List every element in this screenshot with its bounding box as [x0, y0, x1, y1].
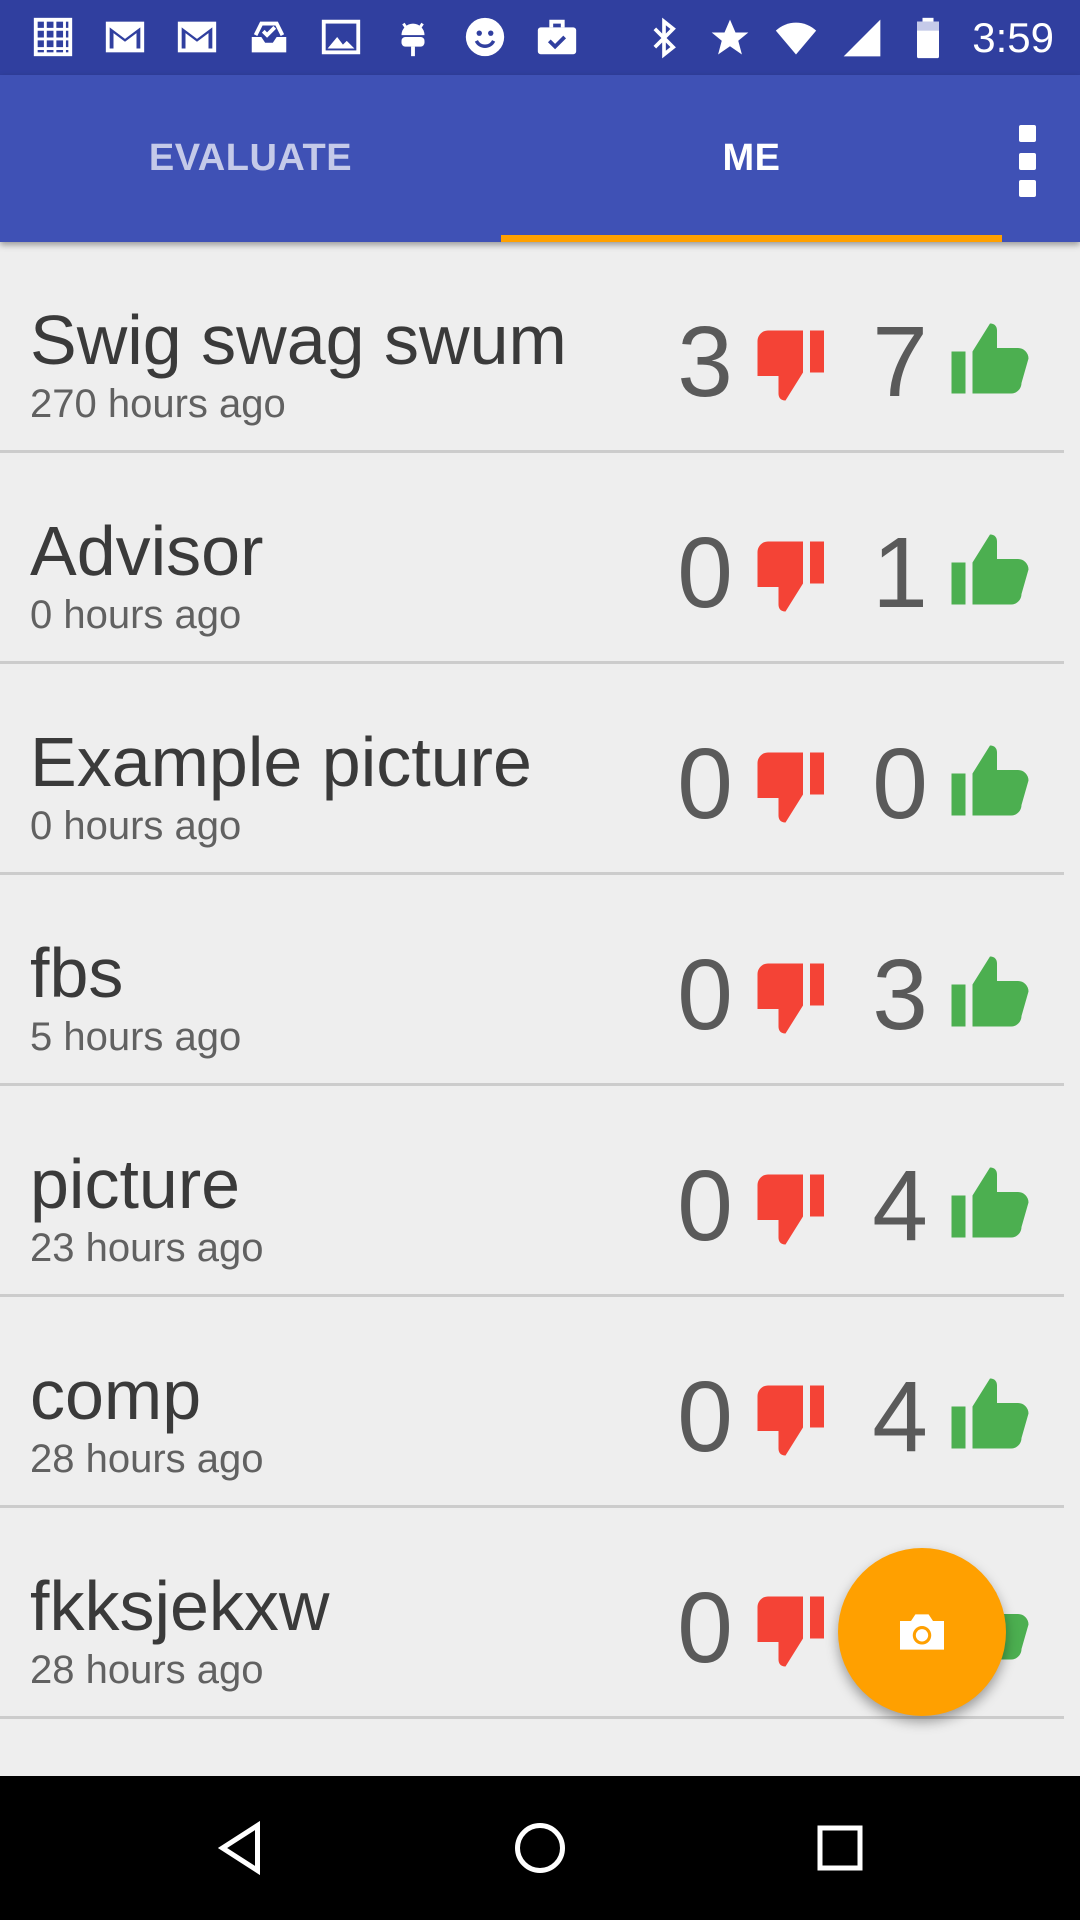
- dislike-count: 0: [677, 728, 733, 840]
- thumbs-up-icon: [951, 1378, 1029, 1449]
- thumbs-down-icon: [757, 330, 824, 401]
- list-item[interactable]: Example picture 0 hours ago 0 0: [0, 664, 1064, 875]
- gmail-icon: [105, 21, 145, 53]
- dislike-count: 0: [677, 517, 733, 629]
- like-count: 1: [872, 517, 928, 629]
- bluetooth-icon: [653, 17, 677, 58]
- list-item[interactable]: Advisor 0 hours ago 0 1: [0, 453, 1064, 664]
- item-time: 0 hours ago: [30, 593, 242, 637]
- tab-me[interactable]: ME: [501, 75, 1002, 242]
- battery-icon: [917, 17, 940, 58]
- briefcase-icon: [537, 19, 577, 55]
- item-time: 23 hours ago: [30, 1226, 264, 1270]
- list-item[interactable]: picture 23 hours ago 0 4: [0, 1086, 1064, 1297]
- back-icon[interactable]: [210, 1818, 270, 1878]
- overflow-menu-button[interactable]: [994, 125, 1060, 197]
- status-clock: 3:59: [972, 14, 1054, 61]
- thumbs-down-icon: [757, 1385, 824, 1456]
- inbox-icon: [251, 21, 287, 53]
- overflow-dot: [1018, 125, 1036, 142]
- list-item[interactable]: Swig swag swum 270 hours ago 3 7: [0, 242, 1064, 453]
- thumbs-down-icon: [757, 541, 824, 612]
- notification-icons: [30, 14, 580, 60]
- thumbs-up-icon: [951, 323, 1029, 394]
- like-count: 4: [872, 1150, 928, 1262]
- thumbs-up-icon: [951, 745, 1029, 816]
- app-bar: EVALUATE ME: [0, 75, 1080, 242]
- dislike-count: 3: [677, 306, 733, 418]
- calendar-icon: [33, 17, 73, 57]
- gmail-icon: [177, 21, 217, 53]
- item-title: comp: [30, 1356, 202, 1434]
- item-time: 28 hours ago: [30, 1648, 264, 1692]
- item-title: picture: [30, 1145, 241, 1223]
- item-time: 270 hours ago: [30, 382, 286, 426]
- smiley-icon: [465, 17, 505, 57]
- thumbs-up-icon: [951, 956, 1029, 1027]
- recents-icon[interactable]: [810, 1818, 870, 1878]
- list-item[interactable]: fbs 5 hours ago 0 3: [0, 875, 1064, 1086]
- item-title: Advisor: [30, 512, 264, 590]
- like-count: 3: [872, 939, 928, 1051]
- item-title: Example picture: [30, 723, 532, 801]
- list-item[interactable]: comp 28 hours ago 0 4: [0, 1297, 1064, 1508]
- dislike-count: 0: [677, 1150, 733, 1262]
- item-title: fbs: [30, 934, 124, 1012]
- like-count: 7: [872, 306, 928, 418]
- navigation-bar: [0, 1776, 1080, 1920]
- thumbs-down-icon: [757, 1174, 824, 1245]
- like-count: 4: [872, 1361, 928, 1473]
- item-time: 0 hours ago: [30, 804, 242, 848]
- selected-tab-indicator: [501, 235, 1002, 242]
- thumbs-down-icon: [757, 752, 824, 823]
- dislike-count: 0: [677, 939, 733, 1051]
- item-title: Swig swag swum: [30, 301, 567, 379]
- tab-evaluate[interactable]: EVALUATE: [0, 75, 501, 242]
- camera-fab-button[interactable]: [838, 1548, 1006, 1716]
- thumbs-down-icon: [757, 1596, 824, 1667]
- home-icon[interactable]: [510, 1818, 570, 1878]
- status-bar: 3:59: [0, 0, 1080, 75]
- dislike-count: 0: [677, 1361, 733, 1473]
- signal-icon: [843, 19, 881, 56]
- android-icon: [401, 22, 425, 57]
- wifi-icon: [776, 22, 817, 54]
- item-time: 28 hours ago: [30, 1437, 264, 1481]
- overflow-dot: [1018, 180, 1036, 197]
- thumbs-down-icon: [757, 963, 824, 1034]
- camera-icon: [900, 1614, 944, 1650]
- image-icon: [321, 19, 361, 55]
- like-count: 0: [872, 728, 928, 840]
- overflow-dot: [1018, 152, 1036, 170]
- system-icons: 3:59: [642, 10, 1054, 65]
- dislike-count: 0: [677, 1572, 733, 1684]
- item-time: 5 hours ago: [30, 1015, 242, 1059]
- thumbs-up-icon: [951, 534, 1029, 605]
- item-title: fkksjekxw: [30, 1567, 330, 1645]
- star-icon: [711, 19, 749, 55]
- thumbs-up-icon: [951, 1167, 1029, 1238]
- picture-list: Swig swag swum 270 hours ago 3 7 Advisor…: [0, 242, 1064, 1719]
